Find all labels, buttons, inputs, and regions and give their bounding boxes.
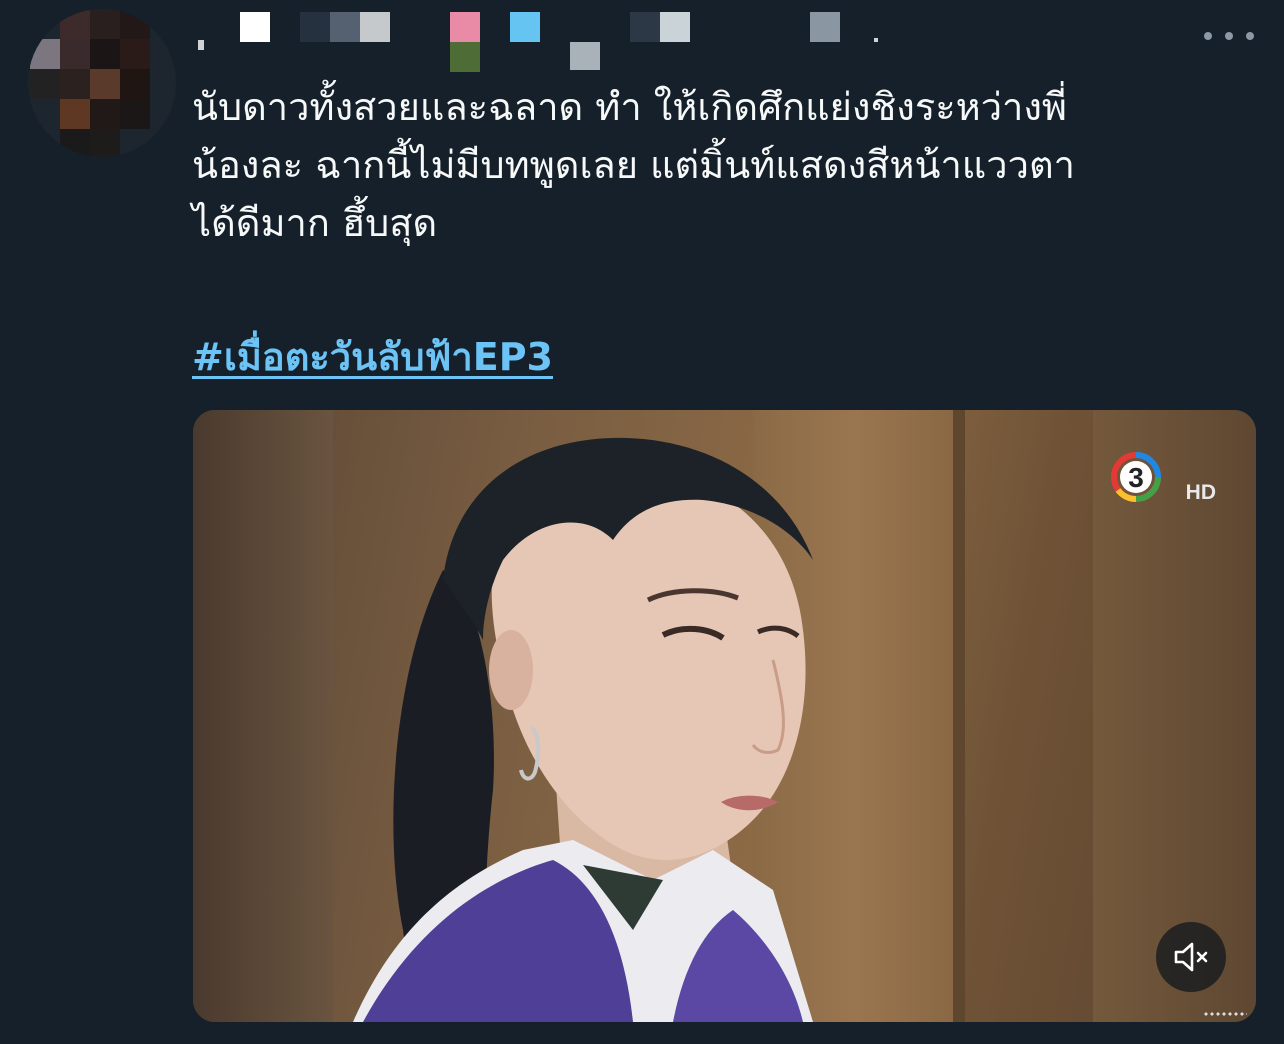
speaker-muted-icon bbox=[1174, 942, 1208, 972]
avatar[interactable] bbox=[28, 9, 176, 157]
mute-button[interactable] bbox=[1156, 922, 1226, 992]
video-frame-person bbox=[353, 437, 813, 1022]
tweet-text: นับดาวทั้งสวยและฉลาด ทำ ให้เกิดศึกแย่งชิ… bbox=[192, 85, 1075, 245]
svg-text:3: 3 bbox=[1128, 462, 1144, 493]
more-options-button[interactable] bbox=[1204, 22, 1254, 50]
video-progress-indicator bbox=[1203, 1012, 1247, 1016]
channel-3-logo: 3 bbox=[1111, 452, 1161, 503]
more-horizontal-icon bbox=[1204, 32, 1212, 40]
tweet-video[interactable]: 3 HD bbox=[193, 410, 1256, 1022]
channel-hd-label: HD bbox=[1185, 481, 1216, 504]
hashtag-link[interactable]: #เมื่อตะวันลับฟ้าEP3 bbox=[192, 328, 553, 386]
tweet[interactable]: นับดาวทั้งสวยและฉลาด ทำ ให้เกิดศึกแย่งชิ… bbox=[0, 0, 1284, 1044]
